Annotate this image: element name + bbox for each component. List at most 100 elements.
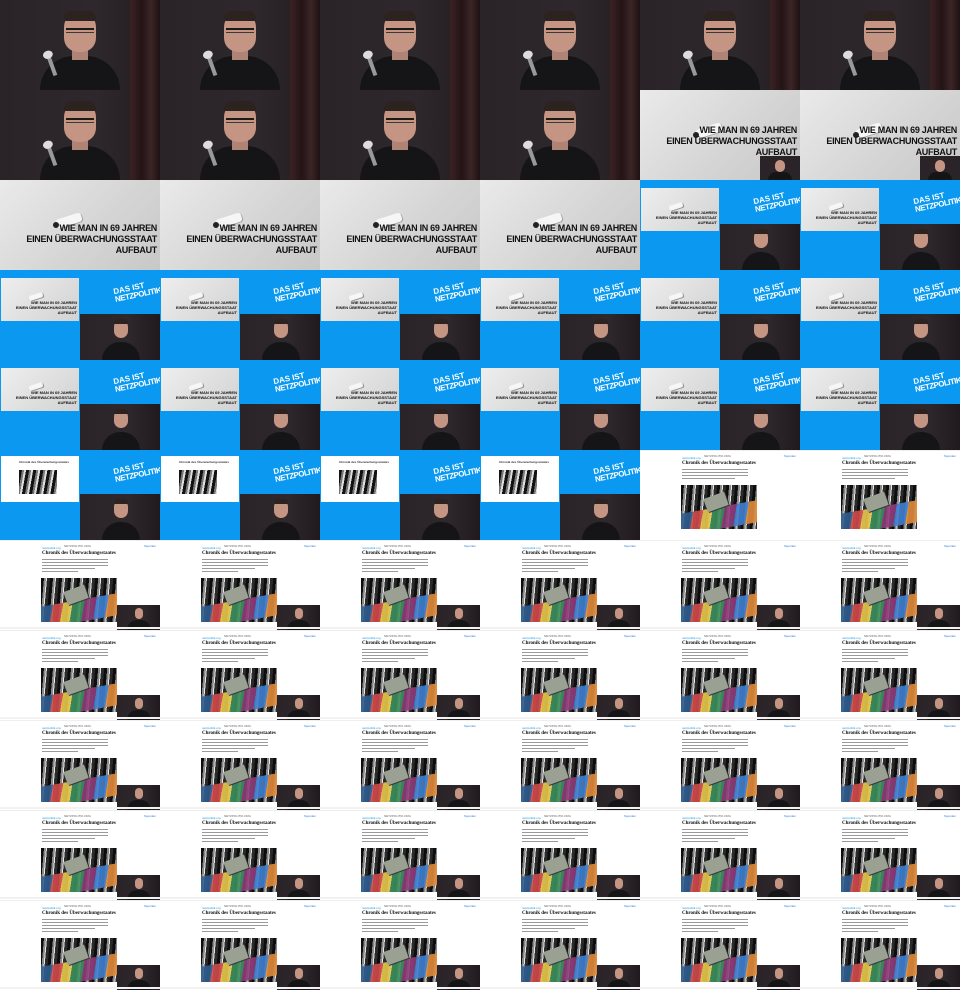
- speaker-frame[interactable]: [320, 90, 480, 180]
- donate-link[interactable]: Spenden: [944, 544, 956, 548]
- article-frame[interactable]: NETZPOLITIK.ORG Spenden netzpolitik.org …: [480, 540, 640, 630]
- article-frame[interactable]: NETZPOLITIK.ORG Spenden netzpolitik.org …: [0, 540, 160, 630]
- donate-link[interactable]: Spenden: [944, 904, 956, 908]
- article-frame[interactable]: NETZPOLITIK.ORG Spenden netzpolitik.org …: [320, 630, 480, 720]
- blue-layout-article-frame[interactable]: Chronik des Überwachungsstaates DAS IST …: [480, 450, 640, 540]
- speaker-frame[interactable]: [160, 90, 320, 180]
- blue-layout-frame[interactable]: WIE MAN IN 69 JAHREN EINEN ÜBERWACHUNGSS…: [640, 360, 800, 450]
- blue-layout-frame[interactable]: WIE MAN IN 69 JAHREN EINEN ÜBERWACHUNGSS…: [320, 270, 480, 360]
- article-frame[interactable]: NETZPOLITIK.ORG Spenden netzpolitik.org …: [0, 720, 160, 810]
- slide-frame[interactable]: WIE MAN IN 69 JAHREN EINEN ÜBERWACHUNGSS…: [320, 180, 480, 270]
- article-frame[interactable]: NETZPOLITIK.ORG Spenden netzpolitik.org …: [640, 630, 800, 720]
- article-frame[interactable]: NETZPOLITIK.ORG Spenden netzpolitik.org …: [640, 810, 800, 900]
- speaker-frame[interactable]: [480, 0, 640, 90]
- article-frame[interactable]: NETZPOLITIK.ORG Spenden netzpolitik.org …: [800, 540, 960, 630]
- blue-layout-frame[interactable]: WIE MAN IN 69 JAHREN EINEN ÜBERWACHUNGSS…: [480, 270, 640, 360]
- article-frame[interactable]: NETZPOLITIK.ORG Spenden netzpolitik.org …: [640, 720, 800, 810]
- donate-link[interactable]: Spenden: [624, 904, 636, 908]
- article-kicker: netzpolitik.org: [202, 636, 221, 640]
- blue-layout-frame[interactable]: WIE MAN IN 69 JAHREN EINEN ÜBERWACHUNGSS…: [0, 270, 160, 360]
- donate-link[interactable]: Spenden: [784, 814, 796, 818]
- donate-link[interactable]: Spenden: [784, 544, 796, 548]
- donate-link[interactable]: Spenden: [144, 814, 156, 818]
- article-title: Chronik des Überwachungsstaates: [42, 641, 116, 646]
- article-frame[interactable]: NETZPOLITIK.ORG Spenden netzpolitik.org …: [800, 810, 960, 900]
- speaker-frame[interactable]: [0, 90, 160, 180]
- speaker-frame[interactable]: [800, 0, 960, 90]
- article-frame[interactable]: NETZPOLITIK.ORG Spenden netzpolitik.org …: [160, 900, 320, 990]
- donate-link[interactable]: Spenden: [144, 634, 156, 638]
- article-frame[interactable]: NETZPOLITIK.ORG Spenden netzpolitik.org …: [320, 540, 480, 630]
- donate-link[interactable]: Spenden: [304, 634, 316, 638]
- blue-layout-frame[interactable]: WIE MAN IN 69 JAHREN EINEN ÜBERWACHUNGSS…: [800, 270, 960, 360]
- article-frame[interactable]: NETZPOLITIK.ORG Spenden netzpolitik.org …: [640, 540, 800, 630]
- article-frame[interactable]: NETZPOLITIK.ORG Spenden netzpolitik.org …: [800, 720, 960, 810]
- donate-link[interactable]: Spenden: [784, 454, 796, 458]
- donate-link[interactable]: Spenden: [464, 904, 476, 908]
- article-frame[interactable]: NETZPOLITIK.ORG Spenden netzpolitik.org …: [800, 900, 960, 990]
- speaker-frame[interactable]: [640, 0, 800, 90]
- donate-link[interactable]: Spenden: [144, 724, 156, 728]
- donate-link[interactable]: Spenden: [944, 454, 956, 458]
- blue-layout-frame[interactable]: WIE MAN IN 69 JAHREN EINEN ÜBERWACHUNGSS…: [320, 360, 480, 450]
- article-frame[interactable]: NETZPOLITIK.ORG Spenden netzpolitik.org …: [0, 810, 160, 900]
- donate-link[interactable]: Spenden: [784, 724, 796, 728]
- article-frame[interactable]: NETZPOLITIK.ORG Spenden netzpolitik.org …: [800, 630, 960, 720]
- blue-layout-frame[interactable]: WIE MAN IN 69 JAHREN EINEN ÜBERWACHUNGSS…: [640, 180, 800, 270]
- article-frame[interactable]: NETZPOLITIK.ORG Spenden netzpolitik.org …: [480, 900, 640, 990]
- donate-link[interactable]: Spenden: [464, 634, 476, 638]
- blue-layout-article-frame[interactable]: Chronik des Überwachungsstaates DAS IST …: [320, 450, 480, 540]
- slide-frame[interactable]: WIE MAN IN 69 JAHREN EINEN ÜBERWACHUNGSS…: [0, 180, 160, 270]
- article-frame[interactable]: NETZPOLITIK.ORG Spenden netzpolitik.org …: [160, 810, 320, 900]
- article-frame[interactable]: NETZPOLITIK.ORG Spenden netzpolitik.org …: [640, 900, 800, 990]
- article-frame[interactable]: NETZPOLITIK.ORG Spenden netzpolitik.org …: [320, 720, 480, 810]
- speaker-frame[interactable]: [320, 0, 480, 90]
- donate-link[interactable]: Spenden: [944, 634, 956, 638]
- donate-link[interactable]: Spenden: [784, 634, 796, 638]
- slide-frame-with-pip[interactable]: WIE MAN IN 69 JAHREN EINEN ÜBERWACHUNGSS…: [800, 90, 960, 180]
- article-frame[interactable]: NETZPOLITIK.ORG Spenden netzpolitik.org …: [160, 630, 320, 720]
- article-frame[interactable]: NETZPOLITIK.ORG Spenden netzpolitik.org …: [800, 450, 960, 540]
- donate-link[interactable]: Spenden: [304, 904, 316, 908]
- donate-link[interactable]: Spenden: [944, 724, 956, 728]
- donate-link[interactable]: Spenden: [944, 814, 956, 818]
- slide-frame[interactable]: WIE MAN IN 69 JAHREN EINEN ÜBERWACHUNGSS…: [160, 180, 320, 270]
- donate-link[interactable]: Spenden: [784, 904, 796, 908]
- speaker-frame[interactable]: [480, 90, 640, 180]
- donate-link[interactable]: Spenden: [304, 814, 316, 818]
- blue-layout-frame[interactable]: WIE MAN IN 69 JAHREN EINEN ÜBERWACHUNGSS…: [480, 360, 640, 450]
- blue-layout-article-frame[interactable]: Chronik des Überwachungsstaates DAS IST …: [0, 450, 160, 540]
- donate-link[interactable]: Spenden: [144, 904, 156, 908]
- blue-layout-frame[interactable]: WIE MAN IN 69 JAHREN EINEN ÜBERWACHUNGSS…: [160, 270, 320, 360]
- donate-link[interactable]: Spenden: [464, 724, 476, 728]
- article-frame[interactable]: NETZPOLITIK.ORG Spenden netzpolitik.org …: [320, 900, 480, 990]
- slide-frame[interactable]: WIE MAN IN 69 JAHREN EINEN ÜBERWACHUNGSS…: [480, 180, 640, 270]
- donate-link[interactable]: Spenden: [304, 544, 316, 548]
- donate-link[interactable]: Spenden: [464, 544, 476, 548]
- article-frame[interactable]: NETZPOLITIK.ORG Spenden netzpolitik.org …: [640, 450, 800, 540]
- donate-link[interactable]: Spenden: [144, 544, 156, 548]
- article-frame[interactable]: NETZPOLITIK.ORG Spenden netzpolitik.org …: [480, 630, 640, 720]
- donate-link[interactable]: Spenden: [624, 544, 636, 548]
- speaker-frame[interactable]: [160, 0, 320, 90]
- blue-layout-frame[interactable]: WIE MAN IN 69 JAHREN EINEN ÜBERWACHUNGSS…: [800, 360, 960, 450]
- donate-link[interactable]: Spenden: [624, 634, 636, 638]
- slide-frame-with-pip[interactable]: WIE MAN IN 69 JAHREN EINEN ÜBERWACHUNGSS…: [640, 90, 800, 180]
- donate-link[interactable]: Spenden: [624, 814, 636, 818]
- article-frame[interactable]: NETZPOLITIK.ORG Spenden netzpolitik.org …: [480, 810, 640, 900]
- article-frame[interactable]: NETZPOLITIK.ORG Spenden netzpolitik.org …: [160, 540, 320, 630]
- blue-layout-frame[interactable]: WIE MAN IN 69 JAHREN EINEN ÜBERWACHUNGSS…: [640, 270, 800, 360]
- blue-layout-frame[interactable]: WIE MAN IN 69 JAHREN EINEN ÜBERWACHUNGSS…: [800, 180, 960, 270]
- speaker-frame[interactable]: [0, 0, 160, 90]
- donate-link[interactable]: Spenden: [304, 724, 316, 728]
- blue-layout-article-frame[interactable]: Chronik des Überwachungsstaates DAS IST …: [160, 450, 320, 540]
- blue-layout-frame[interactable]: WIE MAN IN 69 JAHREN EINEN ÜBERWACHUNGSS…: [0, 360, 160, 450]
- article-frame[interactable]: NETZPOLITIK.ORG Spenden netzpolitik.org …: [320, 810, 480, 900]
- donate-link[interactable]: Spenden: [464, 814, 476, 818]
- article-frame[interactable]: NETZPOLITIK.ORG Spenden netzpolitik.org …: [0, 630, 160, 720]
- blue-layout-frame[interactable]: WIE MAN IN 69 JAHREN EINEN ÜBERWACHUNGSS…: [160, 360, 320, 450]
- donate-link[interactable]: Spenden: [624, 724, 636, 728]
- article-frame[interactable]: NETZPOLITIK.ORG Spenden netzpolitik.org …: [0, 900, 160, 990]
- article-frame[interactable]: NETZPOLITIK.ORG Spenden netzpolitik.org …: [480, 720, 640, 810]
- article-frame[interactable]: NETZPOLITIK.ORG Spenden netzpolitik.org …: [160, 720, 320, 810]
